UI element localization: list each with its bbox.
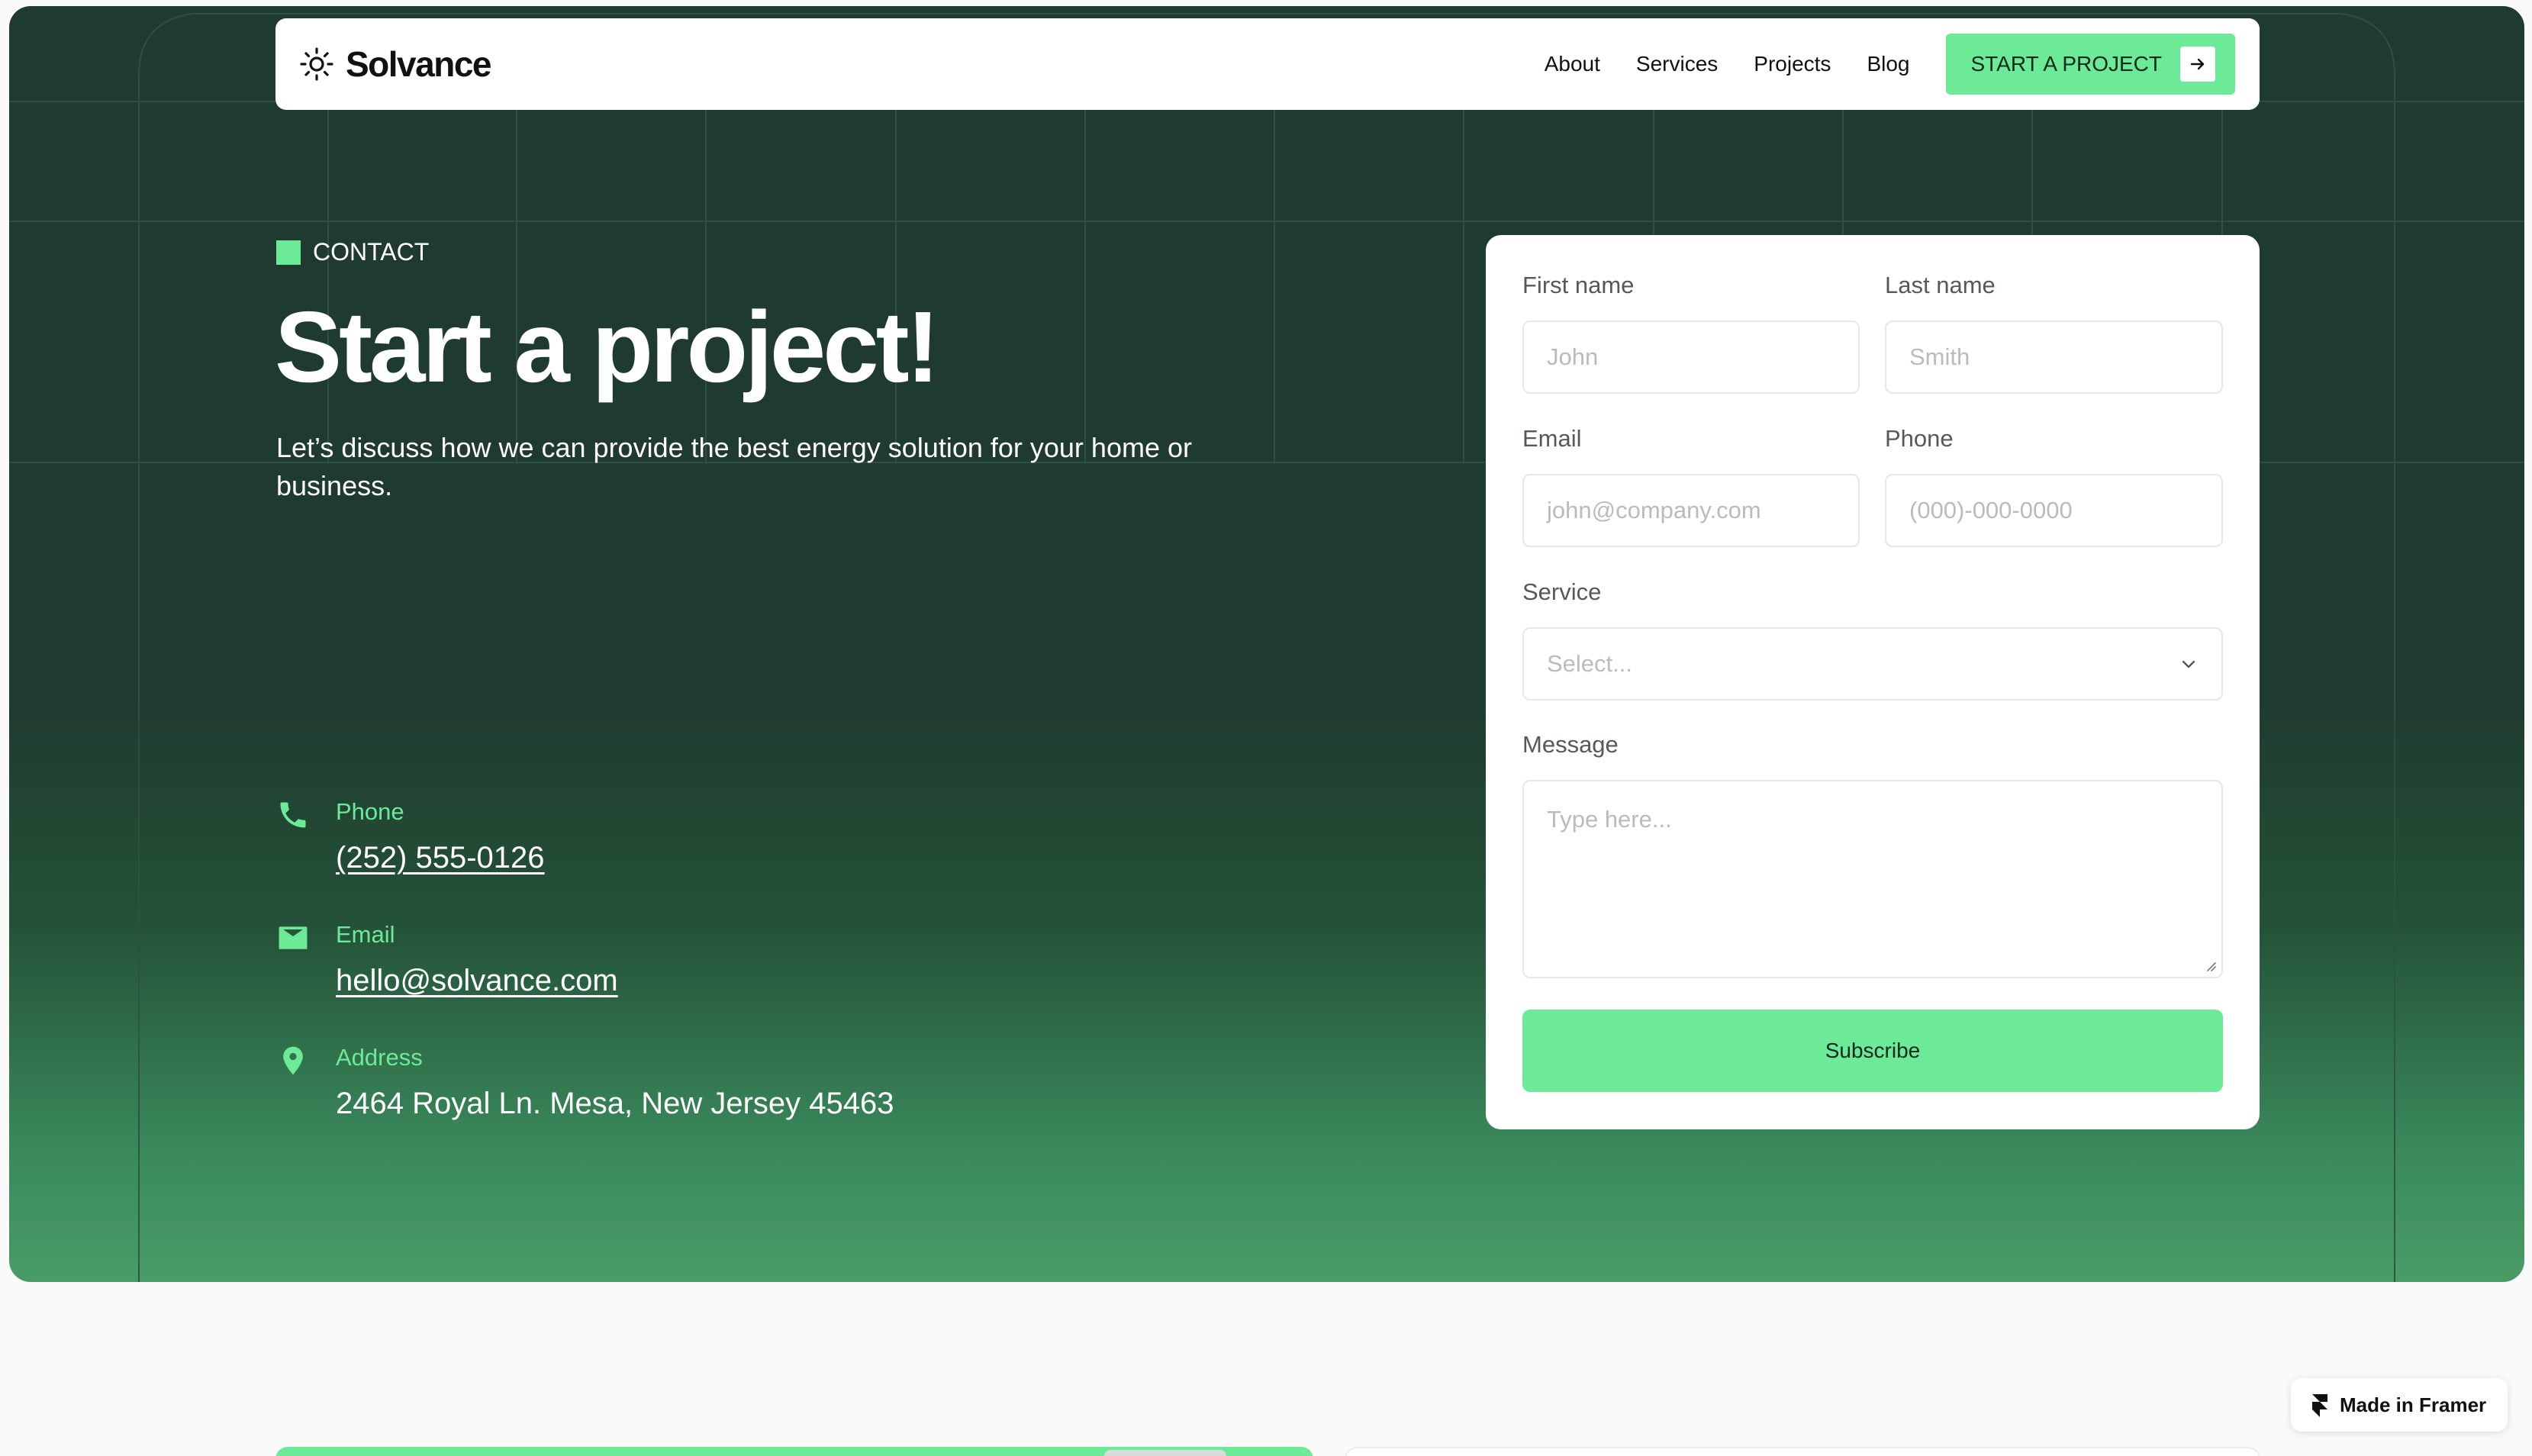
email-label: Email bbox=[336, 921, 395, 948]
first-name-input[interactable]: John bbox=[1522, 321, 1860, 394]
email-field-label: Email bbox=[1522, 425, 1582, 452]
service-placeholder: Select... bbox=[1547, 650, 1632, 677]
service-label: Service bbox=[1522, 578, 1602, 605]
eyebrow-label: CONTACT bbox=[313, 238, 430, 266]
arrow-right-icon bbox=[2180, 47, 2215, 82]
resize-grip-icon[interactable] bbox=[2203, 958, 2217, 972]
brand-name: Solvance bbox=[346, 44, 492, 84]
brand[interactable]: Solvance bbox=[298, 43, 492, 85]
nav-link-projects[interactable]: Projects bbox=[1754, 52, 1831, 76]
email-placeholder: john@company.com bbox=[1547, 497, 1761, 523]
nav-link-services[interactable]: Services bbox=[1636, 52, 1718, 76]
last-name-label: Last name bbox=[1885, 272, 1996, 298]
subscribe-button[interactable]: Subscribe bbox=[1522, 1010, 2223, 1092]
first-name-label: First name bbox=[1522, 272, 1635, 298]
location-pin-icon bbox=[283, 1046, 303, 1075]
service-select[interactable]: Select... bbox=[1522, 627, 2223, 701]
nav-link-about[interactable]: About bbox=[1545, 52, 1600, 76]
next-section-card-right bbox=[1345, 1447, 2260, 1456]
mail-icon bbox=[279, 926, 308, 949]
section-eyebrow: CONTACT bbox=[276, 238, 429, 266]
page-subtitle: Let’s discuss how we can provide the bes… bbox=[276, 432, 1192, 501]
message-placeholder: Type here... bbox=[1547, 806, 1672, 833]
made-in-framer-badge[interactable]: Made in Framer bbox=[2291, 1378, 2508, 1432]
sun-logo-icon bbox=[300, 47, 333, 81]
phone-input[interactable]: (000)-000-0000 bbox=[1885, 474, 2223, 547]
last-name-placeholder: Smith bbox=[1909, 343, 1970, 370]
badge-label: Made in Framer bbox=[2340, 1393, 2487, 1416]
nav-links: About Services Projects Blog START A PRO… bbox=[1545, 34, 2235, 95]
next-section-card-left bbox=[275, 1447, 1313, 1456]
subscribe-label: Subscribe bbox=[1825, 1039, 1921, 1062]
email-link[interactable]: hello@solvance.com bbox=[336, 964, 618, 998]
start-project-label: START A PROJECT bbox=[1970, 52, 2162, 76]
framer-logo-icon bbox=[2312, 1394, 2327, 1417]
address-label: Address bbox=[336, 1044, 423, 1071]
first-name-placeholder: John bbox=[1547, 343, 1599, 370]
nav-link-blog[interactable]: Blog bbox=[1867, 52, 1909, 76]
start-project-button[interactable]: START A PROJECT bbox=[1946, 34, 2235, 95]
phone-field-label: Phone bbox=[1885, 425, 1954, 452]
page-title: Start a project! bbox=[275, 291, 940, 403]
hero-section: Solvance About Services Projects Blog ST… bbox=[9, 6, 2524, 1282]
phone-icon bbox=[280, 802, 306, 828]
phone-link[interactable]: (252) 555-0126 bbox=[336, 841, 545, 875]
last-name-input[interactable]: Smith bbox=[1885, 321, 2223, 394]
phone-placeholder: (000)-000-0000 bbox=[1909, 497, 2073, 523]
card-chip bbox=[1104, 1450, 1226, 1456]
phone-label: Phone bbox=[336, 798, 404, 825]
message-textarea[interactable]: Type here... bbox=[1522, 780, 2223, 978]
eyebrow-square-icon bbox=[276, 240, 301, 265]
email-input[interactable]: john@company.com bbox=[1522, 474, 1860, 547]
chevron-down-icon bbox=[2182, 660, 2195, 668]
message-label: Message bbox=[1522, 731, 1619, 758]
top-navbar: Solvance About Services Projects Blog ST… bbox=[275, 18, 2260, 110]
address-value: 2464 Royal Ln. Mesa, New Jersey 45463 bbox=[336, 1087, 894, 1120]
project-form: First name John Last name Smith Email jo… bbox=[1486, 235, 2260, 1129]
